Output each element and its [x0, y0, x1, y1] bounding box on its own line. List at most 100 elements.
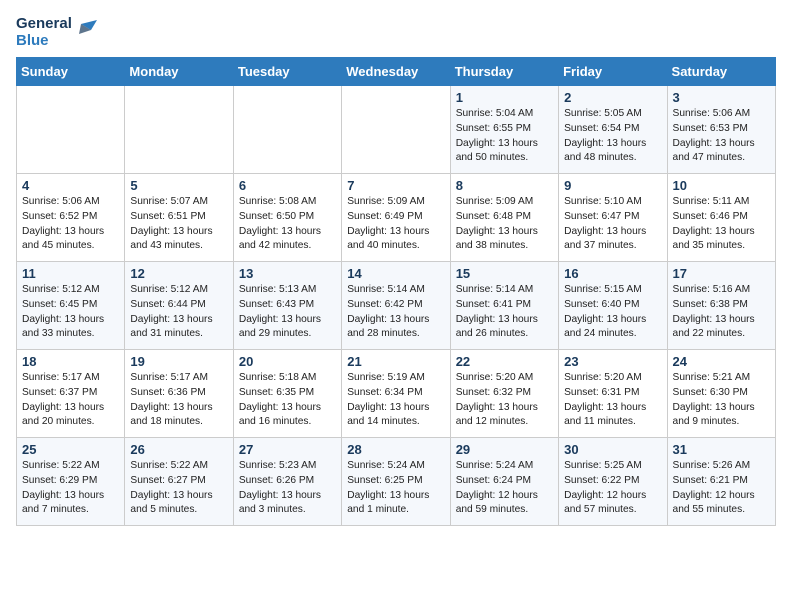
calendar-cell: 6 Sunrise: 5:08 AM Sunset: 6:50 PM Daylig…	[233, 174, 341, 262]
calendar-cell: 17 Sunrise: 5:16 AM Sunset: 6:38 PM Dayli…	[667, 262, 775, 350]
day-number: 28	[347, 442, 444, 457]
calendar-cell: 28 Sunrise: 5:24 AM Sunset: 6:25 PM Dayli…	[342, 438, 450, 526]
day-number: 25	[22, 442, 119, 457]
calendar-cell: 23 Sunrise: 5:20 AM Sunset: 6:31 PM Dayli…	[559, 350, 667, 438]
cell-info: Sunrise: 5:18 AM Sunset: 6:35 PM Dayligh…	[239, 371, 336, 430]
cell-info: Sunrise: 5:25 AM Sunset: 6:22 PM Dayligh…	[564, 459, 661, 518]
day-number: 26	[130, 442, 227, 457]
cell-info: Sunrise: 5:20 AM Sunset: 6:32 PM Dayligh…	[456, 371, 553, 430]
calendar-cell: 22 Sunrise: 5:20 AM Sunset: 6:32 PM Dayli…	[450, 350, 558, 438]
calendar-cell: 26Sunrise: 5:22 AM Sunset: 6:27 PM Dayli…	[125, 438, 233, 526]
day-number: 3	[673, 90, 770, 105]
day-number: 24	[673, 354, 770, 369]
day-number: 11	[22, 266, 119, 281]
day-number: 9	[564, 178, 661, 193]
day-number: 6	[239, 178, 336, 193]
calendar-cell: 4 Sunrise: 5:06 AM Sunset: 6:52 PM Daylig…	[17, 174, 125, 262]
day-number: 10	[673, 178, 770, 193]
cell-info: Sunrise: 5:15 AM Sunset: 6:40 PM Dayligh…	[564, 283, 661, 342]
calendar-cell: 12Sunrise: 5:12 AM Sunset: 6:44 PM Dayli…	[125, 262, 233, 350]
calendar-cell	[125, 86, 233, 174]
weekday-header-thursday: Thursday	[450, 58, 558, 86]
day-number: 2	[564, 90, 661, 105]
cell-info: Sunrise: 5:11 AM Sunset: 6:46 PM Dayligh…	[673, 195, 770, 254]
cell-info: Sunrise: 5:19 AM Sunset: 6:34 PM Dayligh…	[347, 371, 444, 430]
cell-info: Sunrise: 5:04 AM Sunset: 6:55 PM Dayligh…	[456, 107, 553, 166]
cell-info: Sunrise: 5:16 AM Sunset: 6:38 PM Dayligh…	[673, 283, 770, 342]
calendar-cell: 2 Sunrise: 5:05 AM Sunset: 6:54 PM Daylig…	[559, 86, 667, 174]
cell-info: Sunrise: 5:23 AM Sunset: 6:26 PM Dayligh…	[239, 459, 336, 518]
cell-info: Sunrise: 5:10 AM Sunset: 6:47 PM Dayligh…	[564, 195, 661, 254]
cell-info: Sunrise: 5:08 AM Sunset: 6:50 PM Dayligh…	[239, 195, 336, 254]
cell-info: Sunrise: 5:20 AM Sunset: 6:31 PM Dayligh…	[564, 371, 661, 430]
day-number: 30	[564, 442, 661, 457]
cell-info: Sunrise: 5:14 AM Sunset: 6:41 PM Dayligh…	[456, 283, 553, 342]
calendar-cell: 13Sunrise: 5:13 AM Sunset: 6:43 PM Dayli…	[233, 262, 341, 350]
calendar-cell: 10 Sunrise: 5:11 AM Sunset: 6:46 PM Dayli…	[667, 174, 775, 262]
cell-info: Sunrise: 5:17 AM Sunset: 6:36 PM Dayligh…	[130, 371, 227, 430]
weekday-header-wednesday: Wednesday	[342, 58, 450, 86]
day-number: 4	[22, 178, 119, 193]
day-number: 13	[239, 266, 336, 281]
calendar-cell: 29 Sunrise: 5:24 AM Sunset: 6:24 PM Dayli…	[450, 438, 558, 526]
day-number: 21	[347, 354, 444, 369]
cell-info: Sunrise: 5:14 AM Sunset: 6:42 PM Dayligh…	[347, 283, 444, 342]
calendar-cell: 16 Sunrise: 5:15 AM Sunset: 6:40 PM Dayli…	[559, 262, 667, 350]
day-number: 20	[239, 354, 336, 369]
cell-info: Sunrise: 5:09 AM Sunset: 6:49 PM Dayligh…	[347, 195, 444, 254]
calendar-table: SundayMondayTuesdayWednesdayThursdayFrid…	[16, 57, 776, 526]
logo-bird-icon	[75, 20, 97, 38]
day-number: 19	[130, 354, 227, 369]
day-number: 1	[456, 90, 553, 105]
cell-info: Sunrise: 5:17 AM Sunset: 6:37 PM Dayligh…	[22, 371, 119, 430]
day-number: 22	[456, 354, 553, 369]
cell-info: Sunrise: 5:24 AM Sunset: 6:25 PM Dayligh…	[347, 459, 444, 518]
calendar-cell: 25 Sunrise: 5:22 AM Sunset: 6:29 PM Dayli…	[17, 438, 125, 526]
cell-info: Sunrise: 5:06 AM Sunset: 6:53 PM Dayligh…	[673, 107, 770, 166]
calendar-cell: 19 Sunrise: 5:17 AM Sunset: 6:36 PM Dayli…	[125, 350, 233, 438]
weekday-header-friday: Friday	[559, 58, 667, 86]
day-number: 16	[564, 266, 661, 281]
calendar-cell	[233, 86, 341, 174]
day-number: 31	[673, 442, 770, 457]
cell-info: Sunrise: 5:05 AM Sunset: 6:54 PM Dayligh…	[564, 107, 661, 166]
cell-info: Sunrise: 5:12 AM Sunset: 6:44 PM Dayligh…	[130, 283, 227, 342]
cell-info: Sunrise: 5:09 AM Sunset: 6:48 PM Dayligh…	[456, 195, 553, 254]
logo-blue-text: Blue	[16, 33, 72, 50]
calendar-cell: 8 Sunrise: 5:09 AM Sunset: 6:48 PM Daylig…	[450, 174, 558, 262]
day-number: 14	[347, 266, 444, 281]
day-number: 29	[456, 442, 553, 457]
calendar-cell: 21 Sunrise: 5:19 AM Sunset: 6:34 PM Dayli…	[342, 350, 450, 438]
calendar-cell: 18Sunrise: 5:17 AM Sunset: 6:37 PM Dayli…	[17, 350, 125, 438]
calendar-cell: 5Sunrise: 5:07 AM Sunset: 6:51 PM Daylig…	[125, 174, 233, 262]
cell-info: Sunrise: 5:26 AM Sunset: 6:21 PM Dayligh…	[673, 459, 770, 518]
day-number: 17	[673, 266, 770, 281]
cell-info: Sunrise: 5:07 AM Sunset: 6:51 PM Dayligh…	[130, 195, 227, 254]
calendar-cell	[17, 86, 125, 174]
cell-info: Sunrise: 5:06 AM Sunset: 6:52 PM Dayligh…	[22, 195, 119, 254]
day-number: 15	[456, 266, 553, 281]
day-number: 27	[239, 442, 336, 457]
weekday-header-sunday: Sunday	[17, 58, 125, 86]
page-header: General Blue	[16, 16, 776, 49]
day-number: 7	[347, 178, 444, 193]
calendar-cell: 9 Sunrise: 5:10 AM Sunset: 6:47 PM Daylig…	[559, 174, 667, 262]
day-number: 8	[456, 178, 553, 193]
cell-info: Sunrise: 5:21 AM Sunset: 6:30 PM Dayligh…	[673, 371, 770, 430]
weekday-header-saturday: Saturday	[667, 58, 775, 86]
cell-info: Sunrise: 5:22 AM Sunset: 6:29 PM Dayligh…	[22, 459, 119, 518]
calendar-cell	[342, 86, 450, 174]
calendar-cell: 30 Sunrise: 5:25 AM Sunset: 6:22 PM Dayli…	[559, 438, 667, 526]
weekday-header-monday: Monday	[125, 58, 233, 86]
calendar-cell: 3 Sunrise: 5:06 AM Sunset: 6:53 PM Daylig…	[667, 86, 775, 174]
calendar-cell: 14 Sunrise: 5:14 AM Sunset: 6:42 PM Dayli…	[342, 262, 450, 350]
cell-info: Sunrise: 5:24 AM Sunset: 6:24 PM Dayligh…	[456, 459, 553, 518]
calendar-cell: 31 Sunrise: 5:26 AM Sunset: 6:21 PM Dayli…	[667, 438, 775, 526]
calendar-cell: 24 Sunrise: 5:21 AM Sunset: 6:30 PM Dayli…	[667, 350, 775, 438]
calendar-cell: 7 Sunrise: 5:09 AM Sunset: 6:49 PM Daylig…	[342, 174, 450, 262]
weekday-header-tuesday: Tuesday	[233, 58, 341, 86]
day-number: 23	[564, 354, 661, 369]
logo-general-text: General	[16, 16, 72, 33]
calendar-cell: 11Sunrise: 5:12 AM Sunset: 6:45 PM Dayli…	[17, 262, 125, 350]
calendar-cell: 1 Sunrise: 5:04 AM Sunset: 6:55 PM Daylig…	[450, 86, 558, 174]
